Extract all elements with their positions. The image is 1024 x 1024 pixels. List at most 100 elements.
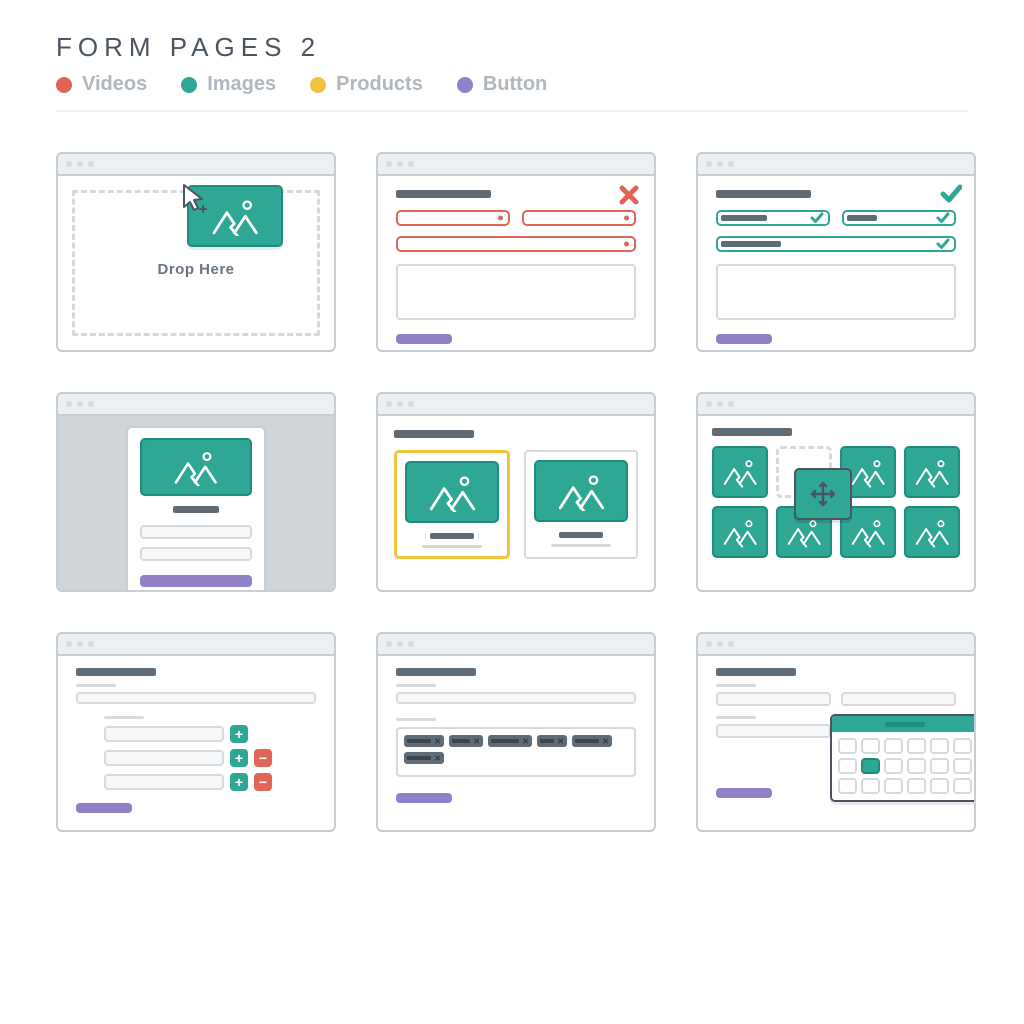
calendar-day[interactable] (907, 778, 926, 794)
remove-button[interactable]: − (254, 773, 272, 791)
add-button[interactable]: + (230, 725, 248, 743)
text-input[interactable] (841, 692, 956, 706)
text-input[interactable] (716, 724, 831, 738)
heading-placeholder (716, 668, 796, 676)
wireframe-repeat-fields: + + − + − (56, 632, 336, 832)
text-input[interactable] (104, 774, 224, 790)
window-titlebar (378, 394, 654, 416)
window-titlebar (58, 634, 334, 656)
close-icon[interactable]: ✕ (434, 737, 441, 746)
calendar-day[interactable] (838, 778, 857, 794)
calendar-day[interactable] (953, 778, 972, 794)
tag-chip[interactable]: ✕ (572, 735, 612, 747)
wireframe-grid: Drop Here (56, 152, 968, 832)
product-card[interactable] (524, 450, 638, 559)
text-placeholder (396, 718, 436, 721)
heading-placeholder (396, 190, 491, 198)
calendar-day-selected[interactable] (861, 758, 880, 774)
drop-zone[interactable]: Drop Here (72, 190, 320, 336)
submit-button[interactable] (396, 334, 452, 344)
text-placeholder (104, 716, 144, 719)
window-titlebar (698, 634, 974, 656)
close-icon[interactable]: ✕ (434, 754, 441, 763)
minus-icon: − (259, 750, 267, 766)
calendar-day[interactable] (930, 738, 949, 754)
input-error[interactable] (522, 210, 636, 226)
calendar-day[interactable] (884, 758, 903, 774)
text-input[interactable] (104, 750, 224, 766)
remove-button[interactable]: − (254, 749, 272, 767)
legend-button: Button (457, 73, 547, 96)
calendar-day[interactable] (884, 778, 903, 794)
tag-chip[interactable]: ✕ (404, 735, 444, 747)
calendar-day[interactable] (838, 738, 857, 754)
input-valid[interactable] (716, 236, 956, 252)
plus-icon: + (235, 750, 243, 766)
window-titlebar (378, 634, 654, 656)
input-error[interactable] (396, 236, 636, 252)
close-icon[interactable]: ✕ (522, 737, 529, 746)
text-input[interactable] (716, 692, 831, 706)
input-valid[interactable] (716, 210, 830, 226)
calendar-day[interactable] (930, 778, 949, 794)
image-tile[interactable] (904, 446, 960, 498)
legend-label: Products (336, 73, 423, 96)
legend-videos: Videos (56, 73, 147, 96)
tag-chip[interactable]: ✕ (537, 735, 567, 747)
text-placeholder (430, 533, 474, 539)
text-input[interactable] (140, 525, 252, 539)
product-card-selected[interactable] (394, 450, 510, 559)
wireframe-login-card (56, 392, 336, 592)
tag-chip[interactable]: ✕ (488, 735, 532, 747)
add-button[interactable]: + (230, 749, 248, 767)
calendar-day[interactable] (907, 738, 926, 754)
text-placeholder (396, 684, 436, 687)
submit-button[interactable] (716, 788, 772, 798)
text-input[interactable] (140, 547, 252, 561)
heading-placeholder (76, 668, 156, 676)
calendar-day[interactable] (953, 738, 972, 754)
textarea[interactable] (716, 264, 956, 320)
close-icon[interactable]: ✕ (473, 737, 480, 746)
heading-placeholder (396, 668, 476, 676)
image-tile[interactable] (712, 506, 768, 558)
calendar-popover[interactable] (830, 714, 976, 802)
input-valid[interactable] (842, 210, 956, 226)
submit-button[interactable] (76, 803, 132, 813)
text-placeholder (551, 544, 611, 547)
close-icon[interactable]: ✕ (557, 737, 564, 746)
dragging-image-tile[interactable] (794, 468, 852, 520)
tags-container[interactable]: ✕ ✕ ✕ ✕ ✕ ✕ (396, 727, 636, 777)
legend-label: Images (207, 73, 276, 96)
heading-placeholder (394, 430, 474, 438)
wireframe-form-success (696, 152, 976, 352)
textarea[interactable] (396, 264, 636, 320)
text-input[interactable] (104, 726, 224, 742)
calendar-day[interactable] (930, 758, 949, 774)
close-icon[interactable]: ✕ (602, 737, 609, 746)
image-tile[interactable] (904, 506, 960, 558)
submit-button[interactable] (716, 334, 772, 344)
text-input[interactable] (396, 692, 636, 704)
legend-label: Button (483, 73, 547, 96)
plus-icon: + (235, 726, 243, 742)
wireframe-date-picker (696, 632, 976, 832)
dot-icon (457, 77, 473, 93)
tag-chip[interactable]: ✕ (449, 735, 483, 747)
text-placeholder (716, 684, 756, 687)
calendar-day[interactable] (861, 778, 880, 794)
input-error[interactable] (396, 210, 510, 226)
add-button[interactable]: + (230, 773, 248, 791)
image-tile[interactable] (712, 446, 768, 498)
calendar-day[interactable] (907, 758, 926, 774)
submit-button[interactable] (140, 575, 252, 587)
calendar-day[interactable] (884, 738, 903, 754)
calendar-day[interactable] (953, 758, 972, 774)
calendar-day[interactable] (861, 738, 880, 754)
text-input[interactable] (76, 692, 316, 704)
calendar-day[interactable] (838, 758, 857, 774)
plus-icon: + (235, 774, 243, 790)
submit-button[interactable] (396, 793, 452, 803)
tag-chip[interactable]: ✕ (404, 752, 444, 764)
error-icon (618, 184, 640, 206)
